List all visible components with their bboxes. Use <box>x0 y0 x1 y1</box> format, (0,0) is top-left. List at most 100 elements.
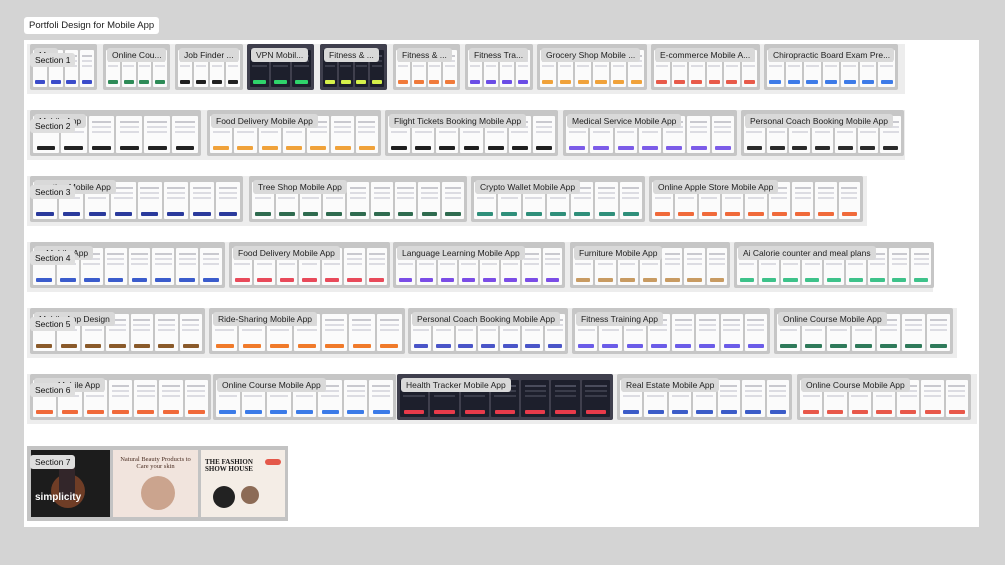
screen-thumbnail <box>163 182 188 219</box>
frame-label[interactable]: Language Learning Mobile App <box>397 246 525 260</box>
screen-thumbnail <box>355 116 378 153</box>
design-frame[interactable]: E-commerce Mobile A... <box>651 44 760 90</box>
design-frame[interactable]: Ride-Sharing Mobile App <box>209 308 405 354</box>
frame-label[interactable]: Ride-Sharing Mobile App <box>213 312 318 326</box>
design-frame[interactable]: Online Apple Store Mobile App <box>649 176 863 222</box>
frame-label[interactable]: Ai Calorie counter and meal plans <box>738 246 876 260</box>
design-frame[interactable]: Food Delivery Mobile App <box>207 110 381 156</box>
frame-label[interactable]: Fitness Tra... <box>469 48 529 62</box>
frame-label[interactable]: VPN Mobil... <box>251 48 309 62</box>
section-7-label[interactable]: Section 7 <box>30 455 76 469</box>
design-frame[interactable]: Fitness Tra... <box>465 44 533 90</box>
screen-thumbnail <box>696 314 719 351</box>
screen-thumbnail <box>619 182 642 219</box>
design-frame[interactable]: Personal Coach Booking Mobile App <box>741 110 904 156</box>
section-row: e Mobile App Food Delivery Mobile App Lang… <box>27 242 934 292</box>
screen-thumbnail <box>370 182 393 219</box>
screen-thumbnail <box>921 380 944 417</box>
screen-thumbnail <box>343 380 368 417</box>
frame-label[interactable]: Online Course Mobile App <box>801 378 910 392</box>
frame-label[interactable]: Real Estate Mobile App <box>621 378 720 392</box>
screen-thumbnail <box>522 248 541 285</box>
frame-label[interactable]: Flight Tickets Booking Mobile App <box>389 114 527 128</box>
section-label[interactable]: Section 2 <box>30 119 76 133</box>
screen-thumbnail <box>144 116 171 153</box>
design-frame[interactable]: Real Estate Mobile App <box>617 374 792 420</box>
screen-thumbnail <box>521 380 550 417</box>
poster-text: THE FASHION SHOW HOUSE <box>205 458 253 474</box>
poster-fashion-show[interactable]: THE FASHION SHOW HOUSE <box>201 450 285 517</box>
design-frame[interactable]: Job Finder ... <box>175 44 243 90</box>
design-frame[interactable]: Furniture Mobile App <box>570 242 730 288</box>
frame-label[interactable]: Medical Service Mobile App <box>567 114 682 128</box>
design-frame[interactable]: Fitness Training App <box>572 308 770 354</box>
design-frame[interactable]: ucation Mobile App <box>30 176 243 222</box>
screen-thumbnail <box>815 182 837 219</box>
design-frame[interactable]: Mobile App Design <box>30 308 205 354</box>
design-frame[interactable]: Health Tracker Mobile App <box>397 374 613 420</box>
screen-thumbnail <box>80 50 94 87</box>
design-frame[interactable]: Language Learning Mobile App <box>393 242 565 288</box>
design-frame[interactable]: e Mobile App <box>30 242 225 288</box>
section-label[interactable]: Section 1 <box>30 53 76 67</box>
frame-label[interactable]: Personal Coach Booking Mobile App <box>745 114 893 128</box>
screen-thumbnail <box>706 248 727 285</box>
screen-thumbnail <box>104 248 127 285</box>
design-frame[interactable]: Chiropractic Board Exam Pre... <box>764 44 898 90</box>
screen-thumbnail <box>137 182 162 219</box>
section-label[interactable]: Section 4 <box>30 251 76 265</box>
design-frame[interactable]: Fitness & ... <box>320 44 387 90</box>
design-frame[interactable]: Crypto Wallet Mobile App <box>471 176 645 222</box>
design-frame[interactable]: Personal Coach Booking Mobile App <box>408 308 568 354</box>
frame-label[interactable]: Online Course Mobile App <box>217 378 326 392</box>
frame-label[interactable]: Chiropractic Board Exam Pre... <box>768 48 894 62</box>
frame-label[interactable]: Fitness & ... <box>397 48 452 62</box>
poster-natural-beauty[interactable]: Natural Beauty Products to Care your ski… <box>113 450 198 517</box>
frame-label[interactable]: Online Course Mobile App <box>778 312 887 326</box>
frame-label[interactable]: Online Apple Store Mobile App <box>653 180 779 194</box>
frame-label[interactable]: Fitness Training App <box>576 312 664 326</box>
screen-thumbnail <box>152 248 175 285</box>
frame-label[interactable]: Food Delivery Mobile App <box>211 114 318 128</box>
screen-thumbnail <box>744 314 767 351</box>
frame-label[interactable]: Personal Coach Booking Mobile App <box>412 312 560 326</box>
section-label[interactable]: Section 5 <box>30 317 76 331</box>
frame-label[interactable]: Job Finder ... <box>179 48 239 62</box>
section-label[interactable]: Section 6 <box>30 383 76 397</box>
design-frame[interactable]: VPN Mobil... <box>247 44 314 90</box>
frame-label[interactable]: Crypto Wallet Mobile App <box>475 180 581 194</box>
screen-thumbnail <box>442 182 465 219</box>
frame-label[interactable]: E-commerce Mobile A... <box>655 48 756 62</box>
design-frame[interactable]: Medical Service Mobile App <box>563 110 737 156</box>
section-label[interactable]: Section 3 <box>30 185 76 199</box>
screen-thumbnail <box>766 380 789 417</box>
screen-thumbnail <box>902 314 925 351</box>
design-frame[interactable]: Online Cou... <box>103 44 170 90</box>
frame-label[interactable]: Fitness & ... <box>324 48 379 62</box>
design-frame[interactable]: Online Course Mobile App <box>774 308 953 354</box>
frame-label[interactable]: Tree Shop Mobile App <box>253 180 347 194</box>
design-frame[interactable]: Fitness & ... <box>393 44 460 90</box>
design-frame[interactable]: Online Course Mobile App <box>797 374 971 420</box>
frame-label[interactable]: Health Tracker Mobile App <box>401 378 511 392</box>
screen-thumbnail <box>116 116 143 153</box>
design-frame[interactable]: Ai Calorie counter and meal plans <box>734 242 934 288</box>
frame-label[interactable]: Furniture Mobile App <box>574 246 663 260</box>
page-title[interactable]: Portfoli Design for Mobile App <box>24 17 160 34</box>
screen-thumbnail <box>595 182 618 219</box>
frame-label[interactable]: Grocery Shop Mobile ... <box>541 48 641 62</box>
design-frame[interactable]: Flight Tickets Booking Mobile App <box>385 110 558 156</box>
design-frame[interactable]: Tree Shop Mobile App <box>249 176 467 222</box>
design-frame[interactable]: Mobile App <box>30 110 201 156</box>
design-frame[interactable]: Online Course Mobile App <box>213 374 396 420</box>
poster-text: simplicity <box>35 491 82 503</box>
design-frame[interactable]: Grocery Shop Mobile ... <box>537 44 647 90</box>
section-row: urse Mobile App Online Course Mobile App H… <box>27 374 977 424</box>
frame-label[interactable]: Food Delivery Mobile App <box>233 246 340 260</box>
design-frame[interactable]: urse Mobile App <box>30 374 211 420</box>
design-frame[interactable]: M... <box>30 44 97 90</box>
frame-label[interactable]: Online Cou... <box>107 48 166 62</box>
design-frame[interactable]: Food Delivery Mobile App <box>229 242 390 288</box>
screen-thumbnail <box>911 248 932 285</box>
section-7-frame[interactable]: Section 7 simplicity Natural Beauty Prod… <box>27 446 288 521</box>
